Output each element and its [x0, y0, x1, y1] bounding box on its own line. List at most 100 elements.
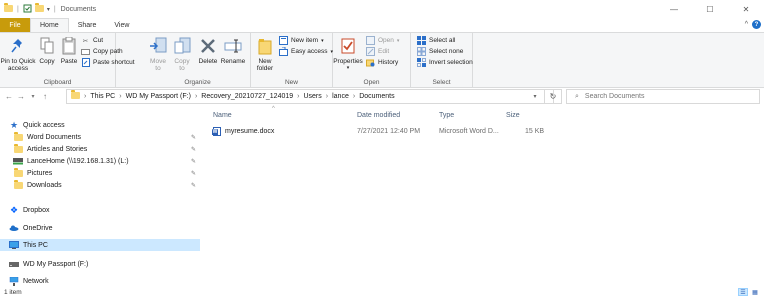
nav-pinned-label: Articles and Stories: [27, 145, 88, 153]
delete-x-icon: [198, 36, 218, 56]
column-header-size[interactable]: Size: [506, 112, 520, 124]
properties-check-icon: [338, 36, 358, 56]
move-to-button[interactable]: Move to: [147, 36, 169, 72]
nav-dropbox[interactable]: ❖ Dropbox: [0, 204, 200, 216]
easy-access-label: Easy access: [291, 48, 328, 55]
forward-arrow-icon[interactable]: →: [15, 92, 27, 101]
column-header-type[interactable]: Type: [439, 112, 454, 124]
select-all-button[interactable]: Select all: [417, 36, 455, 45]
copy-button[interactable]: Copy: [38, 36, 56, 65]
breadcrumb-documents[interactable]: Documents: [359, 93, 394, 100]
new-item-label: New item: [291, 37, 319, 44]
chevron-down-icon: ▾: [321, 37, 324, 44]
breadcrumb-users[interactable]: Users: [303, 93, 321, 100]
clipboard-icon: [59, 36, 79, 56]
nav-pinned-lancehome[interactable]: LanceHome (\\192.168.1.31) (L:) ✎: [0, 155, 200, 167]
back-arrow-icon[interactable]: ←: [3, 92, 15, 101]
breadcrumb-this-pc[interactable]: This PC: [90, 93, 115, 100]
column-header-date-modified[interactable]: Date modified: [357, 112, 400, 124]
select-none-button[interactable]: Select none: [417, 47, 463, 56]
column-header-name[interactable]: Name: [213, 112, 232, 124]
file-explorer-window: | ▾ | Documents — ☐ ✕ File Home Share Vi…: [0, 0, 764, 297]
paste-shortcut-button[interactable]: Paste shortcut: [81, 58, 135, 67]
pin-icon[interactable]: ✎: [191, 158, 196, 165]
close-button[interactable]: ✕: [728, 0, 764, 18]
paste-shortcut-label: Paste shortcut: [93, 59, 135, 66]
edit-button[interactable]: Edit: [366, 47, 389, 56]
ribbon-controls: ^ ?: [745, 20, 761, 29]
nav-quick-access[interactable]: ★ Quick access: [0, 119, 200, 131]
file-row[interactable]: myresume.docx 7/27/2021 12:40 PM Microso…: [210, 125, 550, 137]
open-group: Properties ▾ Open ▾ Edit History Open: [333, 33, 411, 88]
new-item-button[interactable]: New item ▾: [279, 36, 324, 45]
breadcrumb-lance[interactable]: lance: [332, 93, 349, 100]
chevron-down-icon[interactable]: ▾: [47, 6, 50, 13]
nav-onedrive[interactable]: OneDrive: [0, 222, 200, 234]
pin-to-quick-access-button[interactable]: Pin to Quick access: [0, 36, 36, 72]
history-label: History: [378, 59, 399, 66]
new-item-icon: [279, 36, 288, 45]
tab-view[interactable]: View: [105, 18, 138, 32]
ribbon: Pin to Quick access Copy Paste ✂ Cut Cop…: [0, 32, 764, 88]
paste-button[interactable]: Paste: [60, 36, 78, 65]
properties-icon[interactable]: [23, 4, 32, 15]
tab-share[interactable]: Share: [69, 18, 106, 32]
address-bar[interactable]: › This PC › WD My Passport (F:) › Recove…: [66, 89, 554, 104]
file-size: 15 KB: [525, 127, 545, 135]
properties-button[interactable]: Properties ▾: [333, 36, 363, 72]
breadcrumb-recovery[interactable]: Recovery_20210727_124019: [201, 93, 293, 100]
easy-access-button[interactable]: Easy access ▾: [279, 47, 333, 56]
nav-wd-passport[interactable]: WD My Passport (F:): [0, 258, 200, 270]
copy-path-button[interactable]: Copy path: [81, 47, 123, 56]
quick-access-toolbar: | ▾ |: [0, 2, 57, 15]
search-input[interactable]: [584, 93, 745, 100]
open-button[interactable]: Open ▾: [366, 36, 399, 45]
open-label: Open: [378, 37, 394, 44]
address-history-chevron-icon[interactable]: ▾: [528, 89, 542, 104]
history-button[interactable]: History: [366, 58, 398, 67]
new-folder-icon[interactable]: [34, 2, 44, 14]
properties-label: Properties: [333, 58, 363, 65]
edit-icon: [366, 47, 375, 56]
nav-pinned-articles[interactable]: Articles and Stories ✎: [0, 143, 200, 155]
chevron-down-icon: ▾: [396, 37, 400, 44]
nav-dropbox-label: Dropbox: [23, 206, 50, 214]
nav-pinned-pictures[interactable]: Pictures ✎: [0, 167, 200, 179]
recent-locations-chevron-icon[interactable]: ▾: [27, 93, 39, 100]
folder-icon: [13, 143, 23, 154]
help-icon[interactable]: ?: [752, 20, 761, 29]
pin-icon[interactable]: ✎: [191, 182, 196, 189]
invert-selection-button[interactable]: Invert selection: [417, 58, 473, 67]
large-icons-view-icon[interactable]: ▦: [750, 288, 760, 296]
tab-file[interactable]: File: [0, 18, 30, 32]
pin-icon[interactable]: ✎: [191, 134, 196, 141]
copy-to-button[interactable]: Copy to: [171, 36, 193, 72]
navigation-pane: ★ Quick access Word Documents ✎ Articles…: [0, 108, 200, 288]
nav-this-pc[interactable]: This PC: [0, 239, 200, 251]
up-arrow-icon[interactable]: ↑: [39, 92, 51, 101]
pin-icon[interactable]: ✎: [191, 170, 196, 177]
invert-selection-icon: [417, 58, 426, 67]
copy-to-label: Copy to: [174, 58, 190, 72]
select-all-label: Select all: [429, 37, 456, 44]
refresh-icon[interactable]: ↻: [544, 89, 562, 104]
new-folder-button[interactable]: New folder: [253, 36, 277, 72]
details-view-icon[interactable]: ☰: [738, 288, 748, 296]
network-icon: [9, 276, 19, 286]
collapse-ribbon-icon[interactable]: ^: [745, 21, 748, 28]
nav-onedrive-label: OneDrive: [23, 224, 53, 232]
nav-pinned-downloads[interactable]: Downloads ✎: [0, 179, 200, 191]
select-group: Select all Select none Invert selection …: [411, 33, 473, 88]
search-box[interactable]: ⌕: [566, 89, 760, 104]
nav-pinned-label: Pictures: [27, 169, 53, 177]
minimize-button[interactable]: —: [656, 0, 692, 18]
nav-pinned-word-documents[interactable]: Word Documents ✎: [0, 131, 200, 143]
maximize-button[interactable]: ☐: [692, 0, 728, 18]
nav-network[interactable]: Network: [0, 275, 200, 287]
breadcrumb-drive[interactable]: WD My Passport (F:): [126, 93, 191, 100]
pin-icon[interactable]: ✎: [191, 146, 196, 153]
cut-button[interactable]: ✂ Cut: [81, 36, 103, 45]
rename-button[interactable]: Rename: [221, 36, 245, 65]
tab-home[interactable]: Home: [30, 18, 69, 32]
delete-button[interactable]: Delete: [197, 36, 219, 65]
